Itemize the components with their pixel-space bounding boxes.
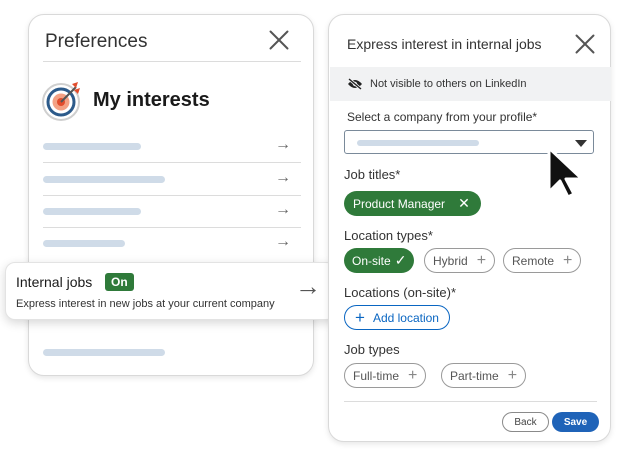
- placeholder-bar: [43, 143, 141, 150]
- locations-label: Locations (on-site)*: [344, 285, 456, 300]
- job-type-label: Full-time: [353, 368, 400, 383]
- status-badge: On: [105, 273, 134, 291]
- row-divider: [43, 227, 301, 228]
- arrow-right-icon[interactable]: →: [275, 169, 291, 187]
- internal-jobs-card[interactable]: Internal jobs On Express interest in new…: [5, 262, 336, 320]
- eye-off-icon: [348, 78, 362, 90]
- placeholder-bar: [43, 240, 125, 247]
- job-type-fulltime[interactable]: Full-time +: [344, 363, 427, 388]
- job-titles-label: Job titles*: [344, 167, 401, 182]
- location-type-label: On-site: [352, 253, 391, 268]
- row-divider: [43, 162, 301, 163]
- placeholder-bar: [43, 208, 141, 215]
- arrow-right-icon[interactable]: →: [295, 273, 321, 299]
- placeholder-bar: [357, 140, 479, 146]
- job-types-label: Job types: [344, 342, 400, 357]
- preferences-card: Preferences My interests → → → →: [28, 14, 314, 376]
- plus-icon: +: [355, 308, 365, 327]
- add-location-label: Add location: [372, 310, 439, 325]
- job-type-label: Part-time: [450, 368, 499, 383]
- express-interest-modal: Express interest in internal jobs Not vi…: [328, 14, 611, 442]
- plus-icon: +: [507, 366, 518, 384]
- location-type-label: Hybrid: [433, 253, 468, 268]
- placeholder-bar: [43, 349, 165, 356]
- arrow-right-icon[interactable]: →: [275, 136, 291, 154]
- target-icon: [42, 82, 80, 121]
- job-type-parttime[interactable]: Part-time +: [441, 363, 527, 388]
- plus-icon: +: [408, 366, 418, 384]
- plus-icon: +: [563, 251, 573, 269]
- title-divider: [43, 61, 301, 62]
- preferences-title: Preferences: [45, 31, 148, 52]
- plus-icon: +: [476, 251, 487, 269]
- location-type-onsite[interactable]: On-site ✓: [344, 248, 415, 273]
- save-button[interactable]: Save: [552, 412, 599, 432]
- modal-title: Express interest in internal jobs: [347, 36, 542, 52]
- job-title-chip[interactable]: Product Manager ✕: [344, 191, 481, 216]
- location-type-hybrid[interactable]: Hybrid +: [424, 248, 496, 273]
- visibility-banner: Not visible to others on LinkedIn: [330, 67, 611, 101]
- arrow-right-icon[interactable]: →: [275, 201, 291, 219]
- arrow-right-icon[interactable]: →: [275, 233, 291, 251]
- cursor-icon: [547, 146, 584, 199]
- location-type-remote[interactable]: Remote +: [503, 248, 582, 273]
- close-icon[interactable]: [572, 31, 592, 51]
- internal-jobs-title: Internal jobs: [16, 274, 93, 290]
- remove-icon[interactable]: ✕: [458, 195, 470, 212]
- row-divider: [43, 195, 301, 196]
- placeholder-bar: [43, 176, 165, 183]
- company-label: Select a company from your profile*: [347, 110, 538, 124]
- check-icon: ✓: [394, 252, 407, 268]
- location-types-label: Location types*: [344, 228, 433, 243]
- close-icon[interactable]: [266, 27, 292, 53]
- footer-divider: [344, 401, 597, 402]
- my-interests-heading: My interests: [93, 89, 210, 111]
- back-button[interactable]: Back: [502, 412, 549, 432]
- job-title-chip-label: Product Manager: [353, 196, 446, 211]
- visibility-note: Not visible to others on LinkedIn: [370, 78, 527, 90]
- location-type-label: Remote: [512, 253, 555, 268]
- internal-jobs-description: Express interest in new jobs at your cur…: [16, 298, 275, 310]
- add-location-button[interactable]: + Add location: [344, 305, 450, 330]
